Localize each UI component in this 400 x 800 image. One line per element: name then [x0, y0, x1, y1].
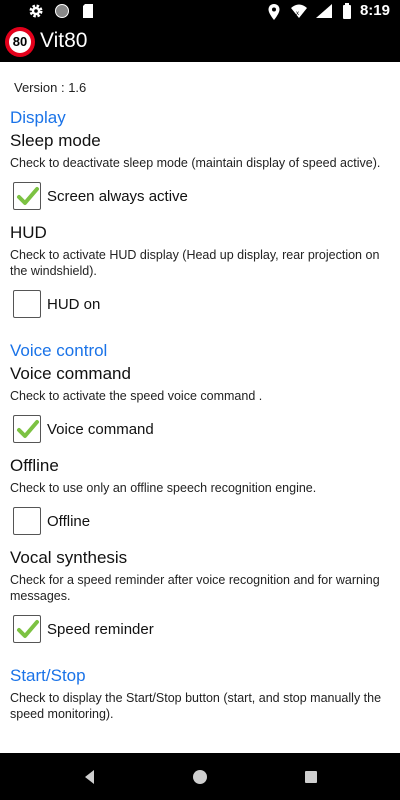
- hud-title: HUD: [10, 223, 47, 242]
- svg-text:x: x: [296, 11, 299, 17]
- recents-icon[interactable]: [302, 768, 320, 786]
- voice-command-label: Voice command: [47, 420, 154, 438]
- gear-icon: [28, 3, 44, 19]
- navigation-bar: [0, 753, 400, 800]
- hud-on-checkbox[interactable]: [13, 290, 41, 318]
- sleep-mode-title: Sleep mode: [10, 131, 101, 150]
- app-logo: 80: [5, 27, 35, 57]
- vocal-synthesis-title: Vocal synthesis: [10, 548, 128, 567]
- wifi-icon: x: [290, 3, 307, 19]
- location-icon: [266, 3, 282, 20]
- section-display-title: Display: [10, 108, 66, 127]
- status-bar: x 8:19: [0, 0, 400, 24]
- status-right-icons: x 8:19: [266, 2, 390, 20]
- screen-always-active-row[interactable]: Screen always active: [13, 181, 390, 211]
- voice-command-title: Voice command: [10, 364, 131, 383]
- speed-reminder-row[interactable]: Speed reminder: [13, 614, 390, 644]
- start-stop-description: Check to display the Start/Stop button (…: [10, 691, 382, 721]
- hud-on-label: HUD on: [47, 295, 101, 313]
- speed-reminder-label: Speed reminder: [47, 620, 154, 638]
- lte-signal-icon: [314, 3, 334, 19]
- sd-card-icon: [80, 3, 96, 19]
- app-bar: 80 Vit80: [0, 24, 400, 62]
- offline-checkbox[interactable]: [13, 507, 41, 535]
- offline-title: Offline: [10, 456, 59, 475]
- section-start-stop-title: Start/Stop: [10, 666, 86, 685]
- home-icon[interactable]: [191, 768, 209, 786]
- hud-on-row[interactable]: HUD on: [13, 289, 390, 319]
- offline-row[interactable]: Offline: [13, 506, 390, 536]
- voice-command-description: Check to activate the speed voice comman…: [10, 389, 263, 403]
- hud-description: Check to activate HUD display (Head up d…: [10, 248, 380, 278]
- screen-always-active-label: Screen always active: [47, 187, 188, 205]
- section-voice-control-title: Voice control: [10, 341, 108, 360]
- checkmark-icon: [17, 187, 39, 205]
- offline-label: Offline: [47, 512, 91, 530]
- settings-list[interactable]: Version : 1.6 Display Sleep mode Check t…: [0, 62, 400, 753]
- speed-reminder-checkbox[interactable]: [13, 615, 41, 643]
- screen-always-active-checkbox[interactable]: [13, 182, 41, 210]
- battery-icon: [342, 2, 352, 19]
- checkmark-icon: [17, 420, 39, 438]
- app-title: Vit80: [40, 29, 88, 52]
- vocal-synthesis-description: Check for a speed reminder after voice r…: [10, 573, 380, 603]
- circle-status-icon: [54, 3, 70, 19]
- version-text: Version : 1.6: [14, 80, 87, 95]
- offline-description: Check to use only an offline speech reco…: [10, 481, 317, 495]
- status-left-icons: [28, 3, 96, 19]
- voice-command-checkbox[interactable]: [13, 415, 41, 443]
- voice-command-row[interactable]: Voice command: [13, 414, 390, 444]
- sleep-mode-description: Check to deactivate sleep mode (maintain…: [10, 156, 381, 170]
- back-icon[interactable]: [81, 768, 99, 786]
- app-logo-text: 80: [9, 31, 31, 53]
- status-time: 8:19: [359, 2, 390, 19]
- checkmark-icon: [17, 620, 39, 638]
